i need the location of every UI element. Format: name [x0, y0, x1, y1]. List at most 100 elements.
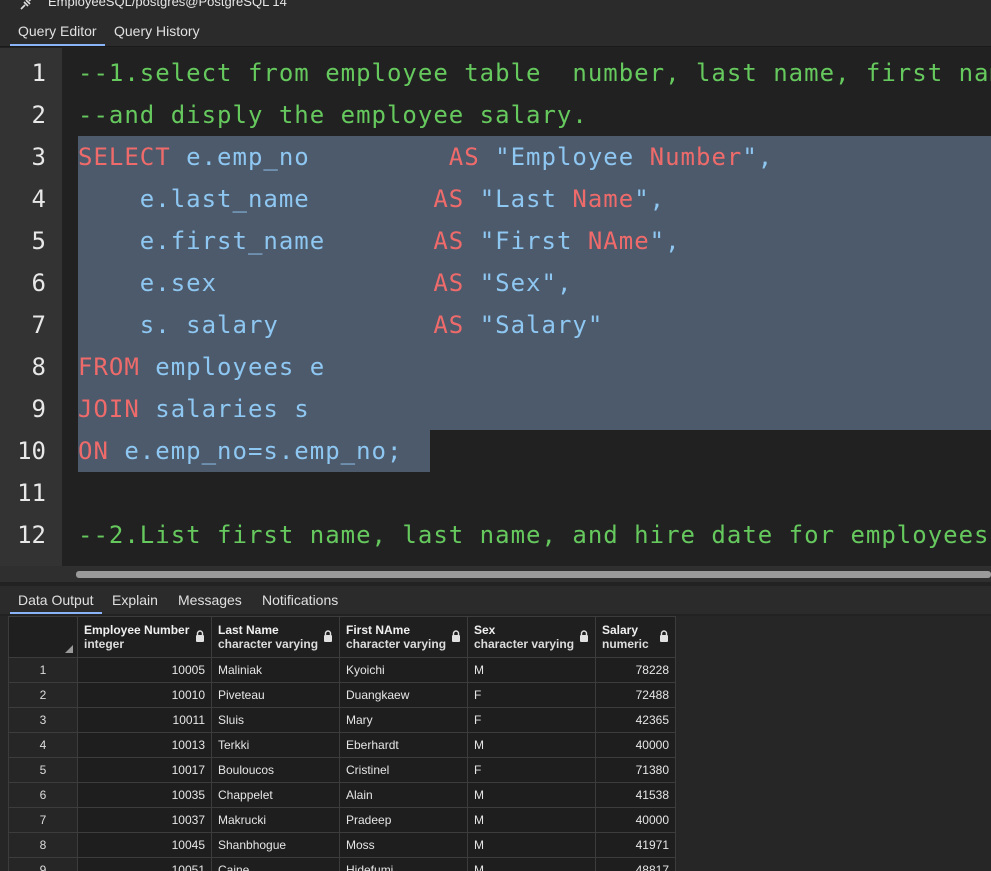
code-token: ", — [634, 185, 666, 213]
column-header[interactable]: Last Name character varying — [211, 616, 340, 658]
line-number: 11 — [17, 479, 46, 507]
table-cell[interactable]: Moss — [339, 832, 468, 858]
column-header[interactable]: Sex character varying — [467, 616, 596, 658]
table-cell[interactable]: 10035 — [77, 782, 212, 808]
tab-messages[interactable]: Messages — [170, 586, 250, 614]
table-cell[interactable]: 10017 — [77, 757, 212, 783]
row-number[interactable]: 6 — [8, 782, 78, 808]
row-number[interactable]: 2 — [8, 682, 78, 708]
column-header[interactable]: First NAme character varying — [339, 616, 468, 658]
table-row[interactable]: 9 10051 Caine Hidefumi M 48817 — [8, 857, 676, 871]
table-cell[interactable]: 42365 — [595, 707, 676, 733]
code-token: e.last_name — [78, 185, 434, 213]
row-number[interactable]: 7 — [8, 807, 78, 833]
table-cell[interactable]: Bouloucos — [211, 757, 340, 783]
table-cell[interactable]: Hidefumi — [339, 857, 468, 871]
row-number[interactable]: 4 — [8, 732, 78, 758]
editor-horizontal-scrollbar[interactable] — [0, 566, 991, 582]
table-cell[interactable]: Piveteau — [211, 682, 340, 708]
corner-triangle-icon — [65, 645, 73, 653]
table-cell[interactable]: Sluis — [211, 707, 340, 733]
table-cell[interactable]: 10037 — [77, 807, 212, 833]
table-cell[interactable]: 41538 — [595, 782, 676, 808]
table-cell[interactable]: 71380 — [595, 757, 676, 783]
table-row[interactable]: 2 10010 Piveteau Duangkaew F 72488 — [8, 682, 676, 708]
code-token: --and disply the employee salary. — [78, 101, 588, 129]
row-number[interactable]: 1 — [8, 657, 78, 683]
code-line: e.first_name AS "First NAme", — [78, 220, 681, 262]
title-bar: EmployeeSQL/postgres@PostgreSQL 14 — [0, 0, 991, 16]
table-cell[interactable]: Alain — [339, 782, 468, 808]
select-all-corner[interactable] — [8, 616, 78, 658]
table-row[interactable]: 8 10045 Shanbhogue Moss M 41971 — [8, 832, 676, 858]
table-cell[interactable]: 10005 — [77, 657, 212, 683]
code-token: "Salary" — [464, 311, 604, 339]
table-cell[interactable]: 10011 — [77, 707, 212, 733]
row-number[interactable]: 9 — [8, 857, 78, 871]
table-cell[interactable]: F — [467, 682, 596, 708]
table-cell[interactable]: 72488 — [595, 682, 676, 708]
code-token: FROM — [78, 353, 140, 381]
table-cell[interactable]: Makrucki — [211, 807, 340, 833]
scrollbar-thumb[interactable] — [76, 571, 991, 578]
tab-data-output[interactable]: Data Output — [10, 586, 102, 614]
table-cell[interactable]: 78228 — [595, 657, 676, 683]
table-cell[interactable]: M — [467, 857, 596, 871]
code-token: ON — [78, 437, 109, 465]
table-cell[interactable]: Terkki — [211, 732, 340, 758]
table-cell[interactable]: Cristinel — [339, 757, 468, 783]
row-number[interactable]: 8 — [8, 832, 78, 858]
table-cell[interactable]: 41971 — [595, 832, 676, 858]
table-cell[interactable]: Duangkaew — [339, 682, 468, 708]
editor-tabs: Query Editor Query History — [0, 16, 991, 47]
code-token: Number — [649, 143, 743, 171]
table-cell[interactable]: M — [467, 732, 596, 758]
row-number[interactable]: 5 — [8, 757, 78, 783]
table-cell[interactable]: 10010 — [77, 682, 212, 708]
table-cell[interactable]: 10045 — [77, 832, 212, 858]
tab-query-editor[interactable]: Query Editor — [10, 16, 105, 46]
table-cell[interactable]: Mary — [339, 707, 468, 733]
tab-explain[interactable]: Explain — [104, 586, 166, 614]
table-cell[interactable]: Chappelet — [211, 782, 340, 808]
table-cell[interactable]: 10051 — [77, 857, 212, 871]
sql-editor[interactable]: 12345678910111213 --1.select from employ… — [0, 48, 991, 568]
table-row[interactable]: 1 10005 Maliniak Kyoichi M 78228 — [8, 657, 676, 683]
code-token: "Sex", — [464, 269, 573, 297]
table-cell[interactable]: Caine — [211, 857, 340, 871]
table-cell[interactable]: M — [467, 807, 596, 833]
table-row[interactable]: 4 10013 Terkki Eberhardt M 40000 — [8, 732, 676, 758]
code-token: "First — [464, 227, 588, 255]
code-token: NAme — [587, 227, 650, 255]
table-cell[interactable]: 10013 — [77, 732, 212, 758]
table-cell[interactable]: F — [467, 707, 596, 733]
row-number[interactable]: 3 — [8, 707, 78, 733]
table-cell[interactable]: Eberhardt — [339, 732, 468, 758]
column-header[interactable]: Employee Number integer — [77, 616, 212, 658]
line-number: 4 — [31, 185, 46, 213]
table-cell[interactable]: M — [467, 782, 596, 808]
table-cell[interactable]: Pradeep — [339, 807, 468, 833]
table-cell[interactable]: Shanbhogue — [211, 832, 340, 858]
table-cell[interactable]: Maliniak — [211, 657, 340, 683]
table-cell[interactable]: Kyoichi — [339, 657, 468, 683]
tab-query-history[interactable]: Query History — [106, 16, 208, 46]
line-number: 9 — [31, 395, 46, 423]
code-token: --2.List first name, last name, and hire… — [78, 521, 990, 549]
column-header[interactable]: Salary numeric — [595, 616, 676, 658]
tab-notifications[interactable]: Notifications — [254, 586, 346, 614]
table-row[interactable]: 7 10037 Makrucki Pradeep M 40000 — [8, 807, 676, 833]
table-row[interactable]: 3 10011 Sluis Mary F 42365 — [8, 707, 676, 733]
code-token: employees e — [139, 353, 326, 381]
table-cell[interactable]: M — [467, 657, 596, 683]
code-area[interactable]: --1.select from employee table number, l… — [78, 48, 991, 568]
table-cell[interactable]: F — [467, 757, 596, 783]
table-cell[interactable]: 40000 — [595, 807, 676, 833]
table-row[interactable]: 5 10017 Bouloucos Cristinel F 71380 — [8, 757, 676, 783]
connection-title[interactable]: EmployeeSQL/postgres@PostgreSQL 14 — [48, 0, 287, 9]
table-cell[interactable]: 40000 — [595, 732, 676, 758]
code-line: e.sex AS "Sex", — [78, 262, 572, 304]
table-cell[interactable]: 48817 — [595, 857, 676, 871]
table-row[interactable]: 6 10035 Chappelet Alain M 41538 — [8, 782, 676, 808]
table-cell[interactable]: M — [467, 832, 596, 858]
